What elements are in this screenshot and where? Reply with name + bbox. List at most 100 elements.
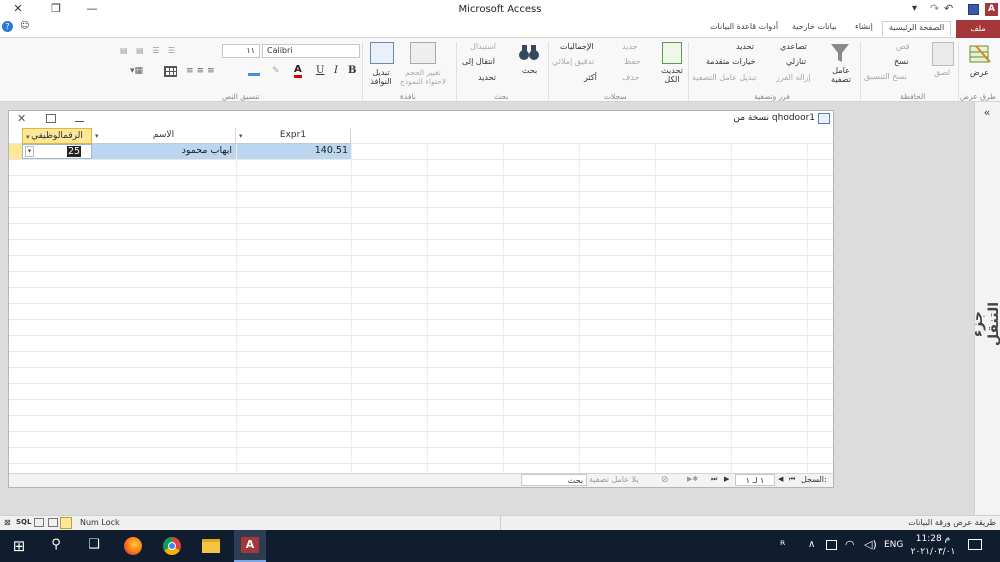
refresh-all-button[interactable]: تحديث الكل <box>658 66 686 84</box>
search-input[interactable]: بحث <box>521 474 587 486</box>
battery-icon[interactable] <box>826 540 837 550</box>
tab-database-tools[interactable]: أدوات قاعدة البيانات <box>710 22 778 37</box>
alternate-row-icon[interactable]: ▾▦ <box>130 66 143 76</box>
qat-more-icon[interactable]: ▾ <box>912 3 917 14</box>
refresh-icon[interactable] <box>662 42 682 64</box>
tab-file[interactable]: ملف <box>956 20 1000 38</box>
restore-document-icon[interactable] <box>46 114 56 123</box>
new-record-icon[interactable]: ▶✱ <box>687 475 698 483</box>
sql-view-button[interactable]: SQL <box>16 518 31 526</box>
filter-status-button[interactable]: بلا عامل تصفية <box>589 475 639 484</box>
font-color-icon[interactable]: A <box>294 65 302 78</box>
previous-record-icon[interactable]: ◀ <box>778 475 783 483</box>
selection-button[interactable]: تحديد <box>736 42 754 51</box>
wifi-icon[interactable]: ◠ <box>845 538 855 551</box>
save-icon[interactable] <box>968 4 979 15</box>
datasheet-grid[interactable]: ▾ Expr1 ▾ الاسم ▾ الرقمالوظيفي 140.51 اي… <box>9 128 833 473</box>
design-view-icon[interactable] <box>34 518 44 527</box>
column-dropdown-icon[interactable]: ▾ <box>239 129 243 144</box>
italic-button[interactable]: I <box>334 65 338 76</box>
font-size-box[interactable]: ١١ <box>222 44 260 58</box>
record-position-input[interactable]: ١ لـ ١ <box>735 474 775 486</box>
close-document-icon[interactable]: ✕ <box>17 112 26 125</box>
advanced-filter-button[interactable]: خيارات متقدمة <box>706 57 755 66</box>
column-dropdown-icon[interactable]: ▾ <box>95 129 99 144</box>
start-icon[interactable]: ⊞ <box>8 537 30 555</box>
redo-icon[interactable]: ↷ <box>930 2 939 15</box>
datasheet-view-active-icon[interactable] <box>60 517 72 529</box>
paste-button[interactable]: لصق <box>934 68 950 77</box>
tab-external-data[interactable]: بيانات خارجية <box>792 22 837 37</box>
format-painter-button[interactable]: نسخ التنسيق <box>864 72 907 81</box>
tab-home[interactable]: الصفحة الرئيسية <box>882 21 952 36</box>
notifications-icon[interactable] <box>968 539 982 550</box>
spelling-button[interactable]: تدقيق إملائي <box>552 57 594 66</box>
underline-button[interactable]: U <box>316 65 324 76</box>
gridlines-icon[interactable] <box>164 66 177 77</box>
column-header-employee-id[interactable]: ▾ الرقمالوظيفي <box>22 128 92 144</box>
more-button[interactable]: أكثر <box>584 73 597 82</box>
copy-button[interactable]: نسخ <box>894 57 909 66</box>
combo-dropdown-icon[interactable]: ▾ <box>25 146 34 157</box>
next-record-icon[interactable]: ▶ <box>724 475 729 483</box>
filter-button[interactable]: عامل تصفية <box>828 66 854 84</box>
last-record-icon[interactable]: ⏭ <box>711 475 717 484</box>
column-dropdown-icon[interactable]: ▾ <box>26 130 30 145</box>
select-button[interactable]: تحديد <box>478 73 496 82</box>
chevron-up-icon[interactable]: ∧ <box>808 539 815 550</box>
help-icon[interactable]: ? <box>2 21 13 32</box>
table-row[interactable]: 140.51 ايهاب محمود ▾ 25 <box>22 144 351 159</box>
align-icons[interactable]: ≡≡≡ <box>186 66 218 76</box>
cell-employee-id-combo[interactable]: ▾ 25 <box>22 144 92 159</box>
taskbar-access-active[interactable]: A <box>234 530 266 562</box>
goto-button[interactable]: انتقال إلى <box>462 57 495 66</box>
people-icon[interactable]: ᴿ <box>780 538 785 552</box>
tab-create[interactable]: إنشاء <box>855 22 873 37</box>
pivot-view-icon[interactable] <box>48 518 58 527</box>
clock-date[interactable]: ٢٠٢١/٠٣/٠١ <box>906 547 960 557</box>
sort-ascending-button[interactable]: تصاعدي <box>780 42 807 51</box>
save-record-button[interactable]: حفظ <box>624 57 641 66</box>
switch-windows-button[interactable]: تبديل النوافذ <box>366 68 396 86</box>
switch-windows-icon[interactable] <box>370 42 394 64</box>
document-tab-title[interactable]: نسخة من qhodoor1 <box>709 113 815 123</box>
find-button[interactable]: بحث <box>522 66 537 75</box>
minimize-document-icon[interactable] <box>75 121 84 122</box>
paste-icon[interactable] <box>932 42 954 66</box>
view-button-icon[interactable] <box>968 42 992 66</box>
clock-time[interactable]: 11:28 م <box>910 534 956 544</box>
cell-employee-id-value[interactable]: 25 <box>67 146 82 157</box>
language-indicator[interactable]: ENG <box>884 540 903 550</box>
sort-descending-button[interactable]: تنازلي <box>786 57 806 66</box>
size-to-fit-icon[interactable] <box>410 42 436 64</box>
task-view-icon[interactable]: ❑ <box>82 537 106 555</box>
volume-icon[interactable]: ◁) <box>864 538 877 551</box>
column-header-expr1[interactable]: ▾ Expr1 <box>236 128 351 144</box>
file-explorer-icon[interactable] <box>202 539 220 553</box>
new-record-button[interactable]: جديد <box>622 42 638 51</box>
first-record-icon[interactable]: ⏮ <box>789 475 795 484</box>
chrome-icon[interactable] <box>163 537 181 555</box>
view-button[interactable]: عرض <box>970 68 989 77</box>
expand-nav-pane-icon[interactable]: « <box>975 106 999 119</box>
remove-sort-button[interactable]: إزالة الفرز <box>776 73 811 82</box>
font-name-box[interactable]: Calibri <box>262 44 360 58</box>
replace-button[interactable]: استبدال <box>470 42 496 51</box>
user-icon[interactable]: ☺ <box>20 21 29 31</box>
search-icon[interactable]: ⚲ <box>44 537 68 555</box>
datasheet-view-status-icon[interactable]: ⊠ <box>4 518 11 527</box>
firefox-icon[interactable] <box>124 537 142 555</box>
filter-icon[interactable] <box>830 42 850 64</box>
size-to-fit-button[interactable]: تغيير الحجم لاحتواء النموذج <box>398 68 448 86</box>
cell-expr1[interactable]: 140.51 <box>236 145 348 156</box>
cell-name[interactable]: ايهاب محمود <box>92 145 232 156</box>
fill-color-icon[interactable] <box>248 66 260 76</box>
undo-icon[interactable]: ↶ <box>944 2 953 15</box>
totals-button[interactable]: الإجماليات <box>560 42 594 51</box>
row-selector[interactable] <box>9 144 22 159</box>
binoculars-icon[interactable] <box>518 42 540 62</box>
navigation-pane-collapsed[interactable]: « جزء التنقل <box>970 102 1000 515</box>
bold-button[interactable]: B <box>348 65 356 76</box>
navigation-pane-label[interactable]: جزء التنقل <box>970 289 1000 359</box>
toggle-filter-button[interactable]: تبديل عامل التصفية <box>692 73 757 82</box>
